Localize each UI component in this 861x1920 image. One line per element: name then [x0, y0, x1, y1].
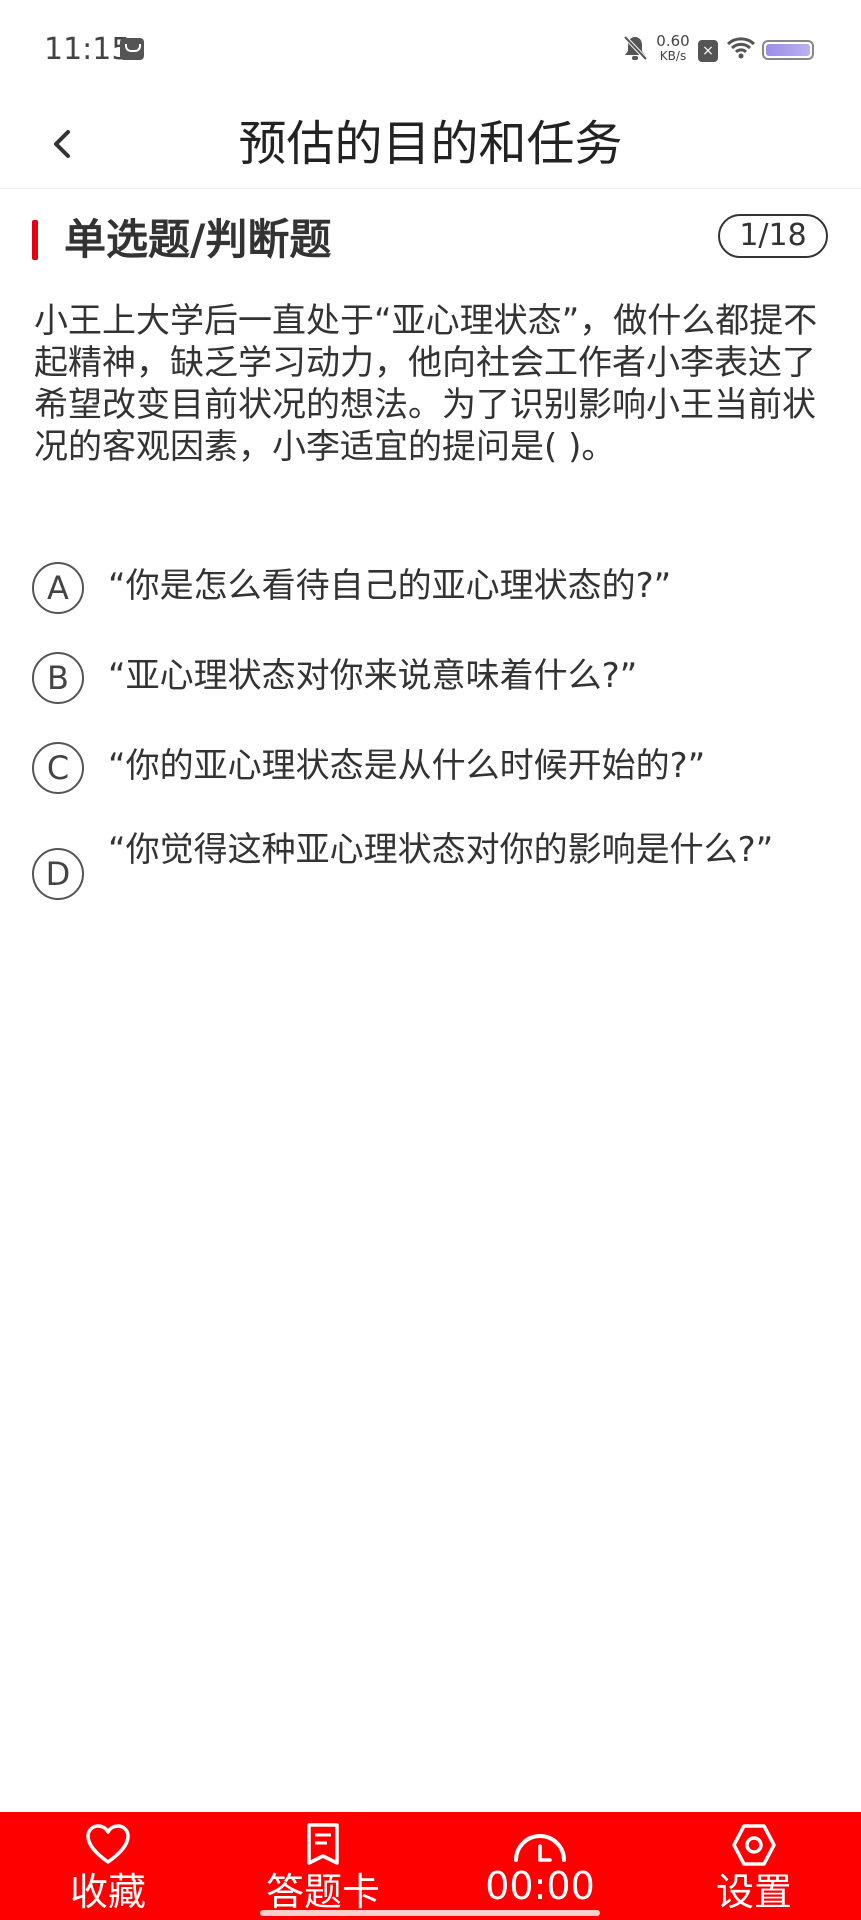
- option-b-letter: B: [32, 652, 84, 704]
- bottom-toolbar: 收藏 答题卡 00:00 设置: [0, 1812, 861, 1920]
- option-a[interactable]: A “你是怎么看待自己的亚心理状态的?”: [32, 562, 832, 614]
- status-bar: 11:15 0.60 KB/s ×: [0, 0, 861, 100]
- network-speed-value: 0.60: [656, 32, 690, 50]
- sim-icon: ×: [698, 40, 718, 62]
- answer-card-icon: [307, 1823, 339, 1865]
- home-indicator[interactable]: [260, 1910, 600, 1916]
- option-b[interactable]: B “亚心理状态对你来说意味着什么?”: [32, 652, 832, 704]
- option-d[interactable]: D “你觉得这种亚心理状态对你的影响是什么?”: [32, 828, 832, 920]
- battery-icon: [762, 40, 814, 60]
- battery-level: [766, 44, 810, 56]
- settings-button[interactable]: 设置: [694, 1812, 814, 1920]
- app-header: 预估的目的和任务: [0, 100, 861, 189]
- quiz-screen: 11:15 0.60 KB/s × 预估的目的和任务 单选题/判断题 1/18 …: [0, 0, 861, 1920]
- wifi-icon: [726, 36, 756, 64]
- timer-display: 00:00: [470, 1812, 610, 1920]
- settings-label: 设置: [715, 1870, 792, 1914]
- favorite-label: 收藏: [69, 1870, 146, 1914]
- option-a-text: “你是怎么看待自己的亚心理状态的?”: [108, 566, 672, 606]
- heart-icon: [86, 1824, 130, 1864]
- option-c-text: “你的亚心理状态是从什么时候开始的?”: [108, 746, 706, 786]
- question-counter: 1/18: [718, 214, 828, 258]
- network-speed: 0.60 KB/s: [655, 34, 691, 64]
- favorite-button[interactable]: 收藏: [48, 1812, 168, 1920]
- option-d-letter: D: [32, 848, 84, 900]
- settings-hexagon-icon: [732, 1824, 776, 1866]
- option-c[interactable]: C “你的亚心理状态是从什么时候开始的?”: [32, 742, 832, 794]
- option-a-letter: A: [32, 562, 84, 614]
- question-type-title: 单选题/判断题: [64, 215, 332, 264]
- question-text: 小王上大学后一直处于“亚心理状态”，做什么都提不起精神，缺乏学习动力，他向社会工…: [34, 301, 818, 467]
- status-time: 11:15: [44, 32, 131, 67]
- option-d-text: “你觉得这种亚心理状态对你的影响是什么?”: [108, 830, 774, 870]
- mute-bell-icon: [622, 34, 648, 66]
- network-speed-unit: KB/s: [659, 49, 687, 63]
- option-b-text: “亚心理状态对你来说意味着什么?”: [108, 656, 638, 696]
- message-icon: [120, 38, 144, 60]
- section-accent-bar: [32, 220, 38, 260]
- option-c-letter: C: [32, 742, 84, 794]
- answer-card-label: 答题卡: [265, 1870, 380, 1914]
- timer-gauge-icon: [514, 1834, 566, 1862]
- answer-card-button[interactable]: 答题卡: [248, 1812, 398, 1920]
- page-title: 预估的目的和任务: [238, 116, 623, 172]
- timer-value: 00:00: [485, 1864, 595, 1908]
